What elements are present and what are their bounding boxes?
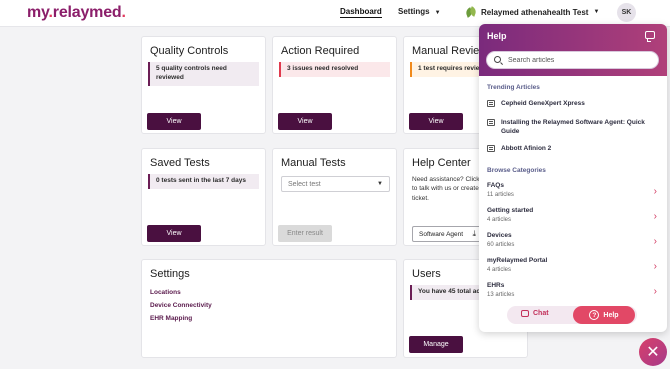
quality-controls-card: Quality Controls 5 quality controls need… xyxy=(141,36,266,134)
top-navigation-bar: my.relaymed. Dashboard Settings ▼ Relayme… xyxy=(0,0,670,27)
card-title: Users xyxy=(412,268,441,280)
category-item[interactable]: FAQs 11 articles › xyxy=(487,182,659,204)
enter-result-button[interactable]: Enter result xyxy=(278,225,332,242)
card-title: Saved Tests xyxy=(150,157,210,169)
view-action-required-button[interactable]: View xyxy=(278,113,332,130)
trending-article[interactable]: Cepheid GeneXpert Xpress xyxy=(487,99,659,108)
alert-text-line2: reviewed xyxy=(156,73,184,81)
category-count: 60 articles xyxy=(487,242,515,248)
chevron-right-icon: › xyxy=(653,211,657,222)
card-title: Action Required xyxy=(281,45,360,57)
caret-down-icon: ▼ xyxy=(593,9,600,15)
article-icon xyxy=(487,119,495,126)
relaymed-logo[interactable]: my.relaymed. xyxy=(27,4,126,22)
help-search-input[interactable] xyxy=(508,55,653,66)
question-mark-icon: ? xyxy=(589,310,600,320)
select-test-dropdown[interactable]: Select test ▼ xyxy=(281,176,390,192)
chat-icon xyxy=(521,310,529,317)
chevron-right-icon: › xyxy=(653,286,657,297)
organization-name: Relaymed athenahealth Test xyxy=(481,7,589,17)
article-icon xyxy=(487,145,495,152)
logo-text-relaymed: relaymed xyxy=(52,4,122,21)
manage-users-button[interactable]: Manage xyxy=(409,336,463,353)
settings-link-ehr-mapping[interactable]: EHR Mapping xyxy=(150,315,192,322)
footer-chat-tab[interactable]: Chat xyxy=(521,310,549,317)
help-text-line3: ticket. xyxy=(412,194,429,202)
category-count: 13 articles xyxy=(487,292,515,298)
category-name: Getting started xyxy=(487,207,534,214)
chevron-right-icon: › xyxy=(653,236,657,247)
software-agent-download-button[interactable]: Software Agent ⤓ xyxy=(412,226,482,242)
view-quality-controls-button[interactable]: View xyxy=(147,113,201,130)
article-title: Installing the Relaymed Software Agent: … xyxy=(501,119,645,136)
select-test-placeholder: Select test xyxy=(288,181,321,188)
help-search-box[interactable] xyxy=(486,51,659,69)
help-panel-title: Help xyxy=(487,31,507,41)
card-title: Manual Tests xyxy=(281,157,346,169)
card-title: Help Center xyxy=(412,157,471,169)
trending-article[interactable]: Abbott Afinion 2 xyxy=(487,144,659,153)
close-icon: ✕ xyxy=(646,344,660,361)
category-count: 11 articles xyxy=(487,192,514,198)
manual-tests-card: Manual Tests Select test ▼ Enter result xyxy=(272,148,397,246)
logo-text-my: my xyxy=(27,4,49,21)
card-title: Manual Review xyxy=(412,45,488,57)
card-title: Settings xyxy=(150,268,190,280)
help-panel-header: Help xyxy=(479,24,667,76)
category-item[interactable]: EHRs 13 articles › xyxy=(487,282,659,304)
category-item[interactable]: Getting started 4 articles › xyxy=(487,207,659,229)
trending-article[interactable]: Installing the Relaymed Software Agent: … xyxy=(487,118,659,136)
article-title: Abbott Afinion 2 xyxy=(501,145,552,152)
action-required-alert: 3 issues need resolved xyxy=(279,62,390,77)
category-count: 4 articles xyxy=(487,267,512,273)
footer-chat-label: Chat xyxy=(533,310,549,317)
chevron-right-icon: › xyxy=(653,261,657,272)
category-item[interactable]: myRelaymed Portal 4 articles › xyxy=(487,257,659,279)
help-panel: Help Trending Articles Cepheid GeneXpert… xyxy=(479,24,667,332)
close-help-button[interactable]: ✕ xyxy=(639,338,667,366)
help-center-text: Need assistance? Click to talk with us o… xyxy=(412,175,480,203)
chat-bubble-icon[interactable] xyxy=(645,31,655,42)
category-name: EHRs xyxy=(487,282,505,289)
view-manual-review-button[interactable]: View xyxy=(409,113,463,130)
footer-help-label: Help xyxy=(603,311,619,319)
caret-down-icon: ▼ xyxy=(434,10,441,16)
saved-tests-card: Saved Tests 0 tests sent in the last 7 d… xyxy=(141,148,266,246)
category-count: 4 articles xyxy=(487,217,512,223)
footer-help-tab[interactable]: ? Help xyxy=(573,306,635,324)
software-agent-label: Software Agent xyxy=(419,231,464,238)
saved-tests-alert: 0 tests sent in the last 7 days xyxy=(148,174,259,189)
user-avatar[interactable]: SK xyxy=(617,3,636,22)
caret-down-icon: ▼ xyxy=(377,181,383,187)
card-title: Quality Controls xyxy=(150,45,229,57)
category-item[interactable]: Devices 60 articles › xyxy=(487,232,659,254)
settings-card: Settings Locations Device Connectivity E… xyxy=(141,259,397,358)
organization-leaf-icon xyxy=(465,6,477,18)
logo-end-dot: . xyxy=(121,4,126,21)
category-name: FAQs xyxy=(487,182,504,189)
chevron-right-icon: › xyxy=(653,186,657,197)
action-required-card: Action Required 3 issues need resolved V… xyxy=(272,36,397,134)
help-text-line1: Need assistance? Click xyxy=(412,176,480,183)
nav-dashboard-link[interactable]: Dashboard xyxy=(340,7,382,18)
nav-settings-label: Settings xyxy=(398,7,430,16)
alert-text-line1: 5 quality controls need xyxy=(156,65,227,72)
quality-controls-alert: 5 quality controls need reviewed xyxy=(148,62,259,86)
help-text-line2: to talk with us or create xyxy=(412,185,479,193)
search-icon xyxy=(494,56,501,63)
settings-link-device-connectivity[interactable]: Device Connectivity xyxy=(150,302,212,309)
article-title: Cepheid GeneXpert Xpress xyxy=(501,100,585,107)
download-icon: ⤓ xyxy=(472,229,476,238)
category-name: Devices xyxy=(487,232,512,239)
nav-settings-menu[interactable]: Settings ▼ xyxy=(398,7,441,16)
organization-selector[interactable]: Relaymed athenahealth Test ▼ xyxy=(465,6,599,18)
article-icon xyxy=(487,100,495,107)
trending-articles-title: Trending Articles xyxy=(487,84,540,91)
browse-categories-title: Browse Categories xyxy=(487,167,546,174)
help-panel-footer: Chat ? Help xyxy=(507,306,637,324)
view-saved-tests-button[interactable]: View xyxy=(147,225,201,242)
category-name: myRelaymed Portal xyxy=(487,257,548,264)
settings-link-locations[interactable]: Locations xyxy=(150,289,181,296)
